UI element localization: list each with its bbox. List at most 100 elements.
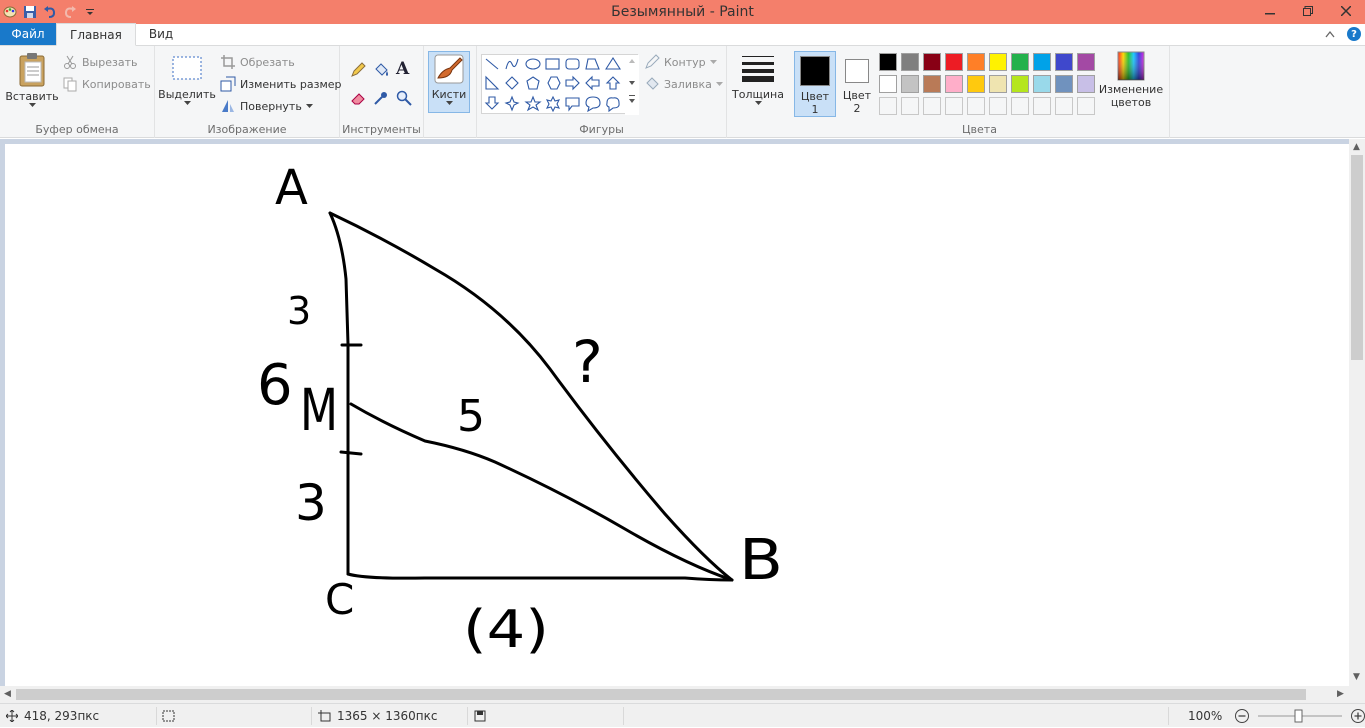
palette-color-swatch[interactable]	[1077, 75, 1095, 93]
palette-color-swatch[interactable]	[1011, 53, 1029, 71]
palette-empty-swatch[interactable]	[879, 97, 897, 115]
four-point-star-shape-icon[interactable]	[504, 95, 520, 112]
zoom-slider-thumb[interactable]	[1294, 709, 1303, 723]
horizontal-scroll-thumb[interactable]	[16, 689, 1306, 700]
select-button[interactable]: Выделить	[158, 54, 216, 106]
copy-button[interactable]: Копировать	[62, 76, 151, 92]
vertical-scroll-thumb[interactable]	[1351, 155, 1363, 360]
right-arrow-shape-icon[interactable]	[565, 75, 580, 91]
scroll-right-icon[interactable]: ▶	[1337, 689, 1344, 699]
palette-empty-swatch[interactable]	[989, 97, 1007, 115]
palette-color-swatch[interactable]	[901, 53, 919, 71]
close-button[interactable]	[1327, 0, 1365, 22]
five-point-star-shape-icon[interactable]	[524, 95, 542, 112]
palette-color-swatch[interactable]	[1011, 75, 1029, 93]
palette-color-swatch[interactable]	[967, 53, 985, 71]
rounded-callout-shape-icon[interactable]	[565, 97, 580, 112]
fill-label: Заливка	[664, 77, 712, 91]
restore-button[interactable]	[1289, 0, 1327, 22]
color1-button[interactable]: Цвет 1	[794, 51, 836, 117]
palette-color-swatch[interactable]	[945, 53, 963, 71]
six-point-star-shape-icon[interactable]	[545, 95, 561, 113]
palette-empty-swatch[interactable]	[923, 97, 941, 115]
text-tool-icon[interactable]: A	[396, 59, 409, 79]
palette-color-swatch[interactable]	[901, 75, 919, 93]
redo-icon[interactable]	[62, 4, 78, 20]
tab-home[interactable]: Главная	[56, 23, 136, 46]
right-triangle-shape-icon[interactable]	[485, 75, 500, 90]
magnifier-icon[interactable]	[396, 90, 412, 106]
cursor-position-icon	[6, 710, 18, 722]
paint-app-icon[interactable]	[2, 4, 18, 20]
rotate-button[interactable]: Повернуть	[220, 98, 313, 114]
horizontal-scrollbar[interactable]: ◀ ▶	[0, 686, 1349, 703]
scroll-down-icon[interactable]: ▼	[1353, 672, 1360, 682]
palette-color-swatch[interactable]	[1033, 75, 1051, 93]
image-size-text: 1365 × 1360пкс	[337, 709, 438, 723]
scroll-left-icon[interactable]: ◀	[4, 689, 11, 699]
scroll-up-icon[interactable]: ▲	[1353, 142, 1360, 152]
palette-color-swatch[interactable]	[1055, 75, 1073, 93]
drawing-canvas[interactable]: A 3 6 M 5 ? 3 B C (4)	[5, 144, 1349, 686]
palette-empty-swatch[interactable]	[1011, 97, 1029, 115]
color-picker-icon[interactable]	[373, 90, 389, 106]
palette-empty-swatch[interactable]	[1033, 97, 1051, 115]
palette-empty-swatch[interactable]	[967, 97, 985, 115]
palette-color-swatch[interactable]	[923, 75, 941, 93]
zoom-slider[interactable]	[1256, 708, 1344, 724]
palette-color-swatch[interactable]	[879, 75, 897, 93]
vertical-scrollbar[interactable]: ▲ ▼	[1349, 139, 1365, 686]
triangle-shape-icon[interactable]	[604, 56, 622, 70]
save-icon[interactable]	[22, 4, 38, 20]
zoom-out-icon[interactable]	[1234, 708, 1250, 724]
cut-button[interactable]: Вырезать	[62, 54, 137, 70]
palette-empty-swatch[interactable]	[1077, 97, 1095, 115]
palette-color-swatch[interactable]	[1033, 53, 1051, 71]
fill-button[interactable]: Заливка	[644, 76, 723, 92]
customize-qat-icon[interactable]	[82, 4, 98, 20]
oval-shape-icon[interactable]	[525, 58, 541, 70]
up-arrow-shape-icon[interactable]	[605, 76, 621, 90]
pencil-icon[interactable]	[350, 62, 366, 78]
rectangle-shape-icon[interactable]	[545, 58, 560, 70]
pentagon-shape-icon[interactable]	[526, 76, 540, 90]
line-shape-icon[interactable]	[485, 58, 499, 70]
minimize-button[interactable]	[1251, 0, 1289, 22]
help-button[interactable]: ?	[1347, 27, 1361, 41]
palette-empty-swatch[interactable]	[1055, 97, 1073, 115]
outline-button[interactable]: Контур	[644, 54, 717, 70]
palette-color-swatch[interactable]	[1077, 53, 1095, 71]
tab-file[interactable]: Файл	[0, 23, 56, 45]
polygon-shape-icon[interactable]	[585, 58, 600, 70]
brushes-button[interactable]: Кисти	[428, 51, 470, 113]
palette-color-swatch[interactable]	[923, 53, 941, 71]
cloud-callout-shape-icon[interactable]	[606, 97, 620, 113]
rounded-rectangle-shape-icon[interactable]	[565, 58, 580, 70]
down-arrow-shape-icon[interactable]	[484, 96, 500, 110]
curve-shape-icon[interactable]	[505, 58, 519, 70]
crop-button[interactable]: Обрезать	[220, 54, 295, 70]
hexagon-shape-icon[interactable]	[547, 76, 561, 90]
undo-icon[interactable]	[42, 4, 58, 20]
collapse-ribbon-icon[interactable]	[1325, 30, 1335, 38]
zoom-in-icon[interactable]	[1350, 708, 1365, 724]
palette-color-swatch[interactable]	[879, 53, 897, 71]
left-arrow-shape-icon[interactable]	[585, 75, 600, 91]
palette-color-swatch[interactable]	[989, 75, 1007, 93]
tab-view[interactable]: Вид	[136, 23, 186, 45]
oval-callout-shape-icon[interactable]	[585, 96, 601, 113]
palette-empty-swatch[interactable]	[945, 97, 963, 115]
palette-color-swatch[interactable]	[989, 53, 1007, 71]
color2-button[interactable]: Цвет 2	[840, 51, 874, 117]
resize-button[interactable]: Изменить размер	[220, 76, 342, 92]
eraser-icon[interactable]	[350, 90, 366, 106]
palette-color-swatch[interactable]	[1055, 53, 1073, 71]
palette-empty-swatch[interactable]	[901, 97, 919, 115]
palette-color-swatch[interactable]	[967, 75, 985, 93]
fill-bucket-icon[interactable]	[373, 62, 389, 78]
edit-colors-button[interactable]: Изменение цветов	[1098, 51, 1164, 109]
diamond-shape-icon[interactable]	[505, 76, 519, 90]
size-button[interactable]: Толщина	[731, 54, 785, 106]
palette-color-swatch[interactable]	[945, 75, 963, 93]
paste-button[interactable]: Вставить	[5, 52, 59, 108]
